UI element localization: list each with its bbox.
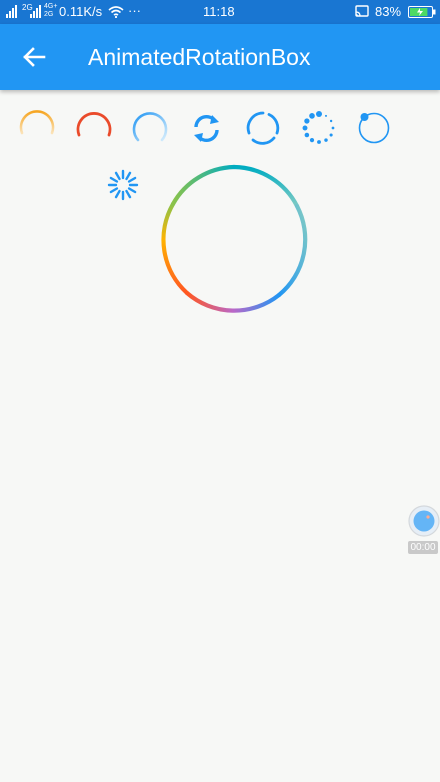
spinner-dot bbox=[309, 138, 315, 143]
battery-percent: 83% bbox=[375, 4, 402, 19]
clock: 11:18 bbox=[203, 4, 235, 19]
spinner-dot bbox=[304, 132, 310, 138]
orange-gradient-arc-spinner bbox=[19, 110, 55, 135]
signal-icon bbox=[6, 5, 17, 18]
sunburst-ray bbox=[127, 187, 137, 194]
double-arc-spinner bbox=[246, 111, 280, 145]
spinner-dot bbox=[309, 113, 315, 119]
spinner-dot bbox=[329, 133, 333, 137]
network-type-label: 4G+ 2G bbox=[44, 3, 58, 18]
spinner-dot bbox=[324, 114, 328, 117]
sunburst-ray bbox=[114, 189, 121, 199]
battery-icon bbox=[408, 6, 436, 18]
app-bar: AnimatedRotationBox bbox=[0, 24, 440, 90]
spinner-dot bbox=[331, 126, 335, 130]
multicolor-ring bbox=[161, 164, 308, 313]
signal-icon-2 bbox=[30, 5, 41, 18]
floating-timer: 00:00 bbox=[408, 541, 438, 554]
orbit-dot-spinner bbox=[358, 112, 390, 144]
floating-record-button[interactable] bbox=[407, 504, 440, 537]
spinner-dot bbox=[324, 138, 328, 142]
network-speed: 0.11K/s bbox=[59, 4, 103, 19]
sunburst-ray bbox=[125, 171, 132, 181]
dot-circle-spinner bbox=[302, 111, 335, 144]
sunburst-ray bbox=[109, 176, 119, 183]
sunburst-ray bbox=[109, 187, 119, 194]
cast-icon bbox=[355, 5, 369, 17]
sunburst-ray bbox=[127, 176, 137, 183]
spinner-dot bbox=[329, 119, 333, 123]
spinner-dot bbox=[302, 125, 308, 131]
status-bar: 2G 4G+ 2G 0.11K/s ··· 11:18 83% bbox=[0, 0, 440, 24]
spinner-dot bbox=[317, 140, 321, 144]
spinner-dot bbox=[316, 111, 322, 117]
more-indicator: ··· bbox=[128, 3, 141, 18]
sunburst-spinner bbox=[107, 169, 139, 201]
blue-fading-arc-spinner bbox=[132, 112, 168, 142]
arrow-left-icon[interactable] bbox=[18, 41, 50, 73]
wifi-icon bbox=[108, 6, 124, 18]
page-title: AnimatedRotationBox bbox=[88, 44, 311, 70]
red-arc-spinner bbox=[76, 112, 112, 137]
refresh-icon bbox=[194, 114, 219, 143]
spinner-dot bbox=[304, 118, 310, 124]
sunburst-ray bbox=[125, 189, 132, 199]
sunburst-ray bbox=[114, 171, 121, 181]
